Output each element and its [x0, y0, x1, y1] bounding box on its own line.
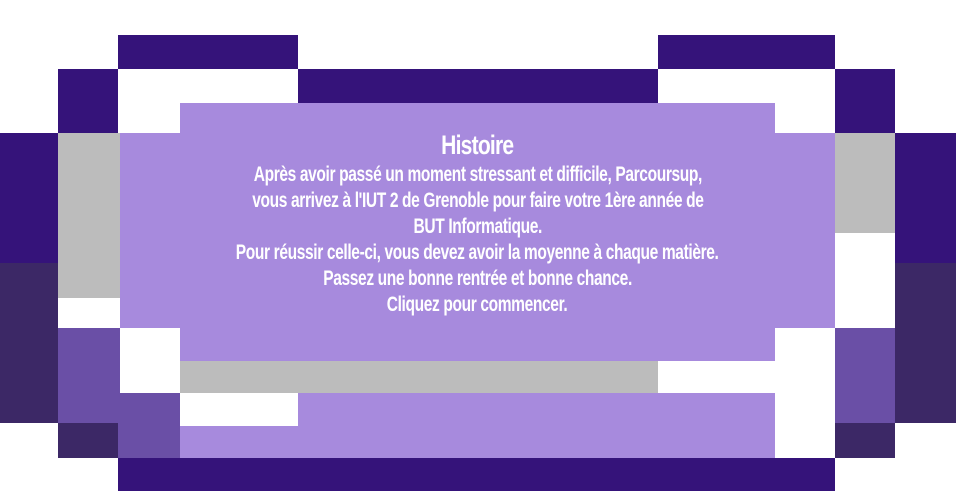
- pixel-block: [180, 426, 298, 458]
- pixel-block: [58, 69, 118, 133]
- story-dialog[interactable]: Histoire Après avoir passé un moment str…: [120, 128, 835, 348]
- pixel-block: [0, 133, 58, 263]
- pixel-block: [0, 263, 58, 423]
- story-line: Passez une bonne rentrée et bonne chance…: [323, 267, 632, 290]
- pixel-block: [180, 361, 658, 393]
- pixel-block: [835, 133, 895, 233]
- pixel-block: [835, 328, 895, 423]
- story-line: vous arrivez à l'IUT 2 de Grenoble pour …: [251, 189, 704, 212]
- pixel-block: [298, 69, 658, 103]
- pixel-block: [118, 393, 180, 458]
- pixel-block: [835, 423, 895, 458]
- story-title: Histoire: [441, 130, 514, 160]
- pixel-block: [298, 393, 775, 458]
- story-line: Après avoir passé un moment stressant et…: [253, 163, 702, 186]
- pixel-block: [658, 35, 835, 69]
- story-line: Pour réussir celle-ci, vous devez avoir …: [236, 241, 719, 264]
- pixel-block: [58, 423, 118, 458]
- click-to-start-prompt[interactable]: Cliquez pour commencer.: [387, 292, 568, 318]
- pixel-block: [58, 328, 120, 423]
- pixel-block: [895, 263, 956, 423]
- story-line: BUT Informatique.: [413, 215, 542, 238]
- pixel-block: [58, 298, 120, 328]
- pixel-block: [118, 458, 835, 491]
- pixel-block: [118, 35, 298, 69]
- pixel-block: [835, 69, 895, 133]
- pixel-block: [895, 133, 956, 263]
- pixel-block: [58, 133, 120, 298]
